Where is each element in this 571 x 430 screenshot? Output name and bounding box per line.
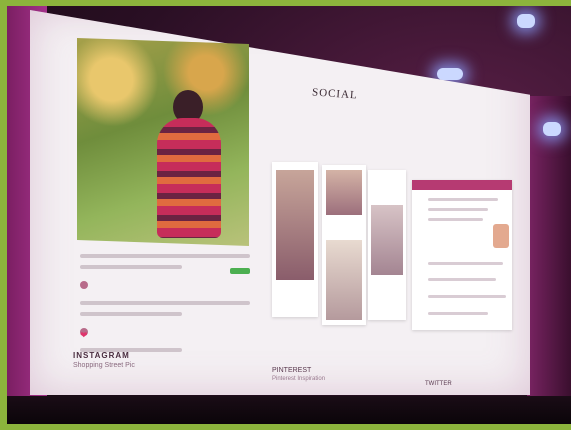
feed-text-line	[428, 312, 488, 315]
avatar	[80, 280, 88, 289]
instagram-comments	[80, 247, 250, 352]
pinterest-image	[326, 170, 362, 215]
instagram-label: INSTAGRAM	[73, 351, 130, 360]
feed-text-line	[428, 262, 503, 265]
pinterest-caption: Pinterest Inspiration	[272, 376, 326, 382]
feed-header-bar	[412, 180, 512, 190]
stage-light	[437, 68, 463, 80]
instagram-caption: Shopping Street Pic	[73, 362, 135, 369]
twitter-label: TWITTER	[425, 381, 452, 387]
stage-light	[543, 122, 561, 136]
heart-icon: ❤	[80, 330, 88, 340]
feed-text-line	[428, 295, 506, 298]
feed-text-line	[428, 218, 483, 221]
stage-light	[517, 14, 535, 28]
pinterest-label: PINTEREST	[272, 367, 312, 374]
pinterest-image	[326, 240, 362, 320]
feed-text-line	[428, 208, 488, 211]
status-badge	[230, 268, 250, 274]
pinterest-image	[371, 205, 403, 275]
magenta-wall-right	[527, 96, 571, 424]
stage-floor	[7, 396, 571, 424]
profile-photo	[493, 224, 509, 248]
feed-text-line	[428, 198, 498, 201]
person-striped-sweater	[157, 118, 221, 238]
feed-card	[412, 180, 512, 330]
green-border-left	[0, 0, 7, 430]
feed-text-line	[428, 278, 496, 281]
green-border-bottom	[0, 424, 571, 430]
pinterest-image	[276, 170, 314, 280]
